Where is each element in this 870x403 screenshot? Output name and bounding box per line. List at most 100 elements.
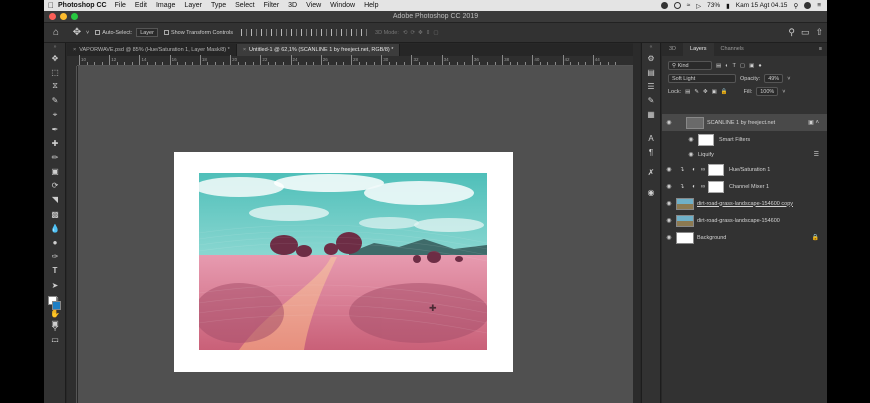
status-icon[interactable]	[673, 2, 681, 9]
canvas-scrollbar[interactable]	[633, 43, 640, 403]
distribute-2-icon[interactable]	[311, 29, 318, 36]
properties-panel-icon[interactable]: ☰	[642, 79, 660, 93]
crop-tool-icon[interactable]: ⌖	[44, 108, 66, 122]
wifi-icon[interactable]: ≈	[687, 2, 691, 9]
quick-mask-icon[interactable]: ▣	[44, 316, 66, 330]
search-icon[interactable]: ⚲	[793, 2, 798, 10]
tools-panel-icon[interactable]: ✗	[642, 165, 660, 179]
tab-3d[interactable]: 3D	[662, 43, 683, 56]
close-tab-icon[interactable]: ×	[243, 47, 246, 53]
menu-window[interactable]: Window	[330, 2, 355, 9]
lock-all-icon[interactable]: 🔒	[721, 89, 728, 95]
auto-select-checkbox[interactable]	[95, 30, 101, 35]
eraser-tool-icon[interactable]: ◥	[44, 193, 66, 207]
volume-icon[interactable]: ▷	[696, 2, 701, 10]
workspace-icon[interactable]: ▭	[801, 27, 810, 38]
libraries-panel-icon[interactable]: ▦	[642, 107, 660, 121]
more-align-icon[interactable]	[361, 29, 368, 36]
menu-type[interactable]: Type	[211, 2, 226, 9]
horizontal-ruler[interactable]: 10 12 14 16 18 20 22 24 26 28 30 32 34 36 38 40 42 44	[77, 55, 633, 66]
align-right-icon[interactable]	[261, 29, 268, 36]
ruler-corner[interactable]	[67, 56, 77, 66]
3d-pan-icon[interactable]: ✥	[418, 30, 423, 36]
tab-untitled-1[interactable]: × Untitled-1 @ 62,1% (SCANLINE 1 by freej…	[236, 44, 401, 56]
lock-icon[interactable]: 🔒	[812, 234, 819, 241]
marquee-tool-icon[interactable]: ⬚	[44, 65, 66, 79]
visibility-eye-icon[interactable]: ◉	[662, 119, 676, 126]
record-icon[interactable]	[660, 2, 668, 9]
eyedropper-tool-icon[interactable]: ✒	[44, 122, 66, 136]
visibility-eye-icon[interactable]: ◉	[662, 183, 676, 190]
visibility-eye-icon[interactable]: ◉	[662, 166, 676, 173]
brush-panel-icon[interactable]: ✎	[642, 93, 660, 107]
filter-shape-icon[interactable]: ▢	[740, 63, 745, 69]
distribute-5-icon[interactable]	[341, 29, 348, 36]
filter-smart-icon[interactable]: ▣	[749, 63, 754, 69]
menu-file[interactable]: File	[115, 2, 126, 9]
lasso-tool-icon[interactable]: ⧖	[44, 79, 66, 93]
canvas-area[interactable]: ✚	[78, 66, 633, 403]
character-panel-icon[interactable]: A	[642, 131, 660, 145]
home-icon[interactable]: ⌂	[44, 27, 68, 38]
battery-icon[interactable]: ▮	[726, 2, 730, 10]
smart-object-icon[interactable]: ▣ ˄	[808, 119, 819, 126]
show-transform-checkbox[interactable]	[163, 30, 169, 35]
background-color-swatch[interactable]	[52, 301, 61, 310]
visibility-eye-icon[interactable]: ◉	[684, 151, 698, 158]
app-menu[interactable]: Photoshop CC	[58, 2, 107, 9]
menu-layer[interactable]: Layer	[184, 2, 202, 9]
move-tool-icon[interactable]: ✥	[68, 27, 86, 38]
chain-link-icon[interactable]: ∞	[700, 184, 706, 190]
menu-image[interactable]: Image	[156, 2, 175, 9]
healing-tool-icon[interactable]: ✚	[44, 136, 66, 150]
tab-vaporwave[interactable]: × VAPORWAVE.psd @ 85% (Hue/Saturation 1, …	[67, 44, 237, 56]
menu-filter[interactable]: Filter	[264, 2, 280, 9]
fill-chevron-icon[interactable]: ˅	[782, 89, 785, 95]
list-icon[interactable]: ≡	[817, 2, 821, 9]
search-icon[interactable]: ⚲	[788, 27, 795, 38]
share-icon[interactable]: ⇧	[815, 27, 823, 38]
user-icon[interactable]	[804, 2, 812, 9]
adjust-panel-icon[interactable]: ▤	[642, 65, 660, 79]
tool-preset-chevron-icon[interactable]: ˅	[86, 30, 89, 36]
layer-liquify[interactable]: ◉ Liquify ☰	[662, 148, 827, 161]
menu-edit[interactable]: Edit	[135, 2, 147, 9]
landscape-photo[interactable]: ✚	[199, 173, 487, 350]
layer-hue-saturation[interactable]: ◉ ↴ ◐ ∞ Hue/Saturation 1	[662, 161, 827, 178]
align-left-icon[interactable]	[241, 29, 248, 36]
layer-dirt-road[interactable]: ◉ dirt-road-grass-landscape-154600	[662, 212, 827, 229]
quick-select-tool-icon[interactable]: ✎	[44, 94, 66, 108]
pen-tool-icon[interactable]: ✑	[44, 250, 66, 264]
layer-smart-filters[interactable]: ◉ Smart Filters	[662, 131, 827, 148]
menu-select[interactable]: Select	[235, 2, 254, 9]
align-top-icon[interactable]	[271, 29, 278, 36]
lock-transparent-icon[interactable]: ▤	[685, 89, 690, 95]
tab-channels[interactable]: Channels	[714, 43, 751, 56]
align-bottom-icon[interactable]	[291, 29, 298, 36]
align-vcenter-icon[interactable]	[281, 29, 288, 36]
menu-help[interactable]: Help	[364, 2, 378, 9]
visibility-eye-icon[interactable]: ◉	[662, 234, 676, 241]
close-tab-icon[interactable]: ×	[73, 47, 76, 53]
menu-view[interactable]: View	[306, 2, 321, 9]
align-hcenter-icon[interactable]	[251, 29, 258, 36]
layer-channel-mixer[interactable]: ◉ ↴ ◐ ∞ Channel Mixer 1	[662, 178, 827, 195]
screen-mode-icon[interactable]: ▭	[44, 332, 66, 346]
brush-tool-icon[interactable]: ✏	[44, 150, 66, 164]
paragraph-panel-icon[interactable]: ¶	[642, 145, 660, 159]
visibility-eye-icon[interactable]: ◉	[662, 217, 676, 224]
3d-slide-icon[interactable]: ⇕	[426, 30, 431, 36]
type-tool-icon[interactable]: T	[44, 264, 66, 278]
chain-link-icon[interactable]: ∞	[700, 167, 706, 173]
distribute-6-icon[interactable]	[351, 29, 358, 36]
apple-icon[interactable]: 	[44, 1, 58, 10]
tab-layers[interactable]: Layers	[683, 43, 714, 56]
history-panel-icon[interactable]: ⚙	[642, 51, 660, 65]
lock-image-icon[interactable]: ✎	[694, 89, 699, 95]
filter-options-icon[interactable]: ☰	[814, 151, 819, 158]
visibility-eye-icon[interactable]: ◉	[662, 200, 676, 207]
clock[interactable]: Kam 15 Agt 04.15	[736, 2, 788, 9]
strip-collapse-icon[interactable]: «	[642, 43, 660, 51]
menu-3d[interactable]: 3D	[288, 2, 297, 9]
opacity-chevron-icon[interactable]: ˅	[787, 76, 790, 82]
